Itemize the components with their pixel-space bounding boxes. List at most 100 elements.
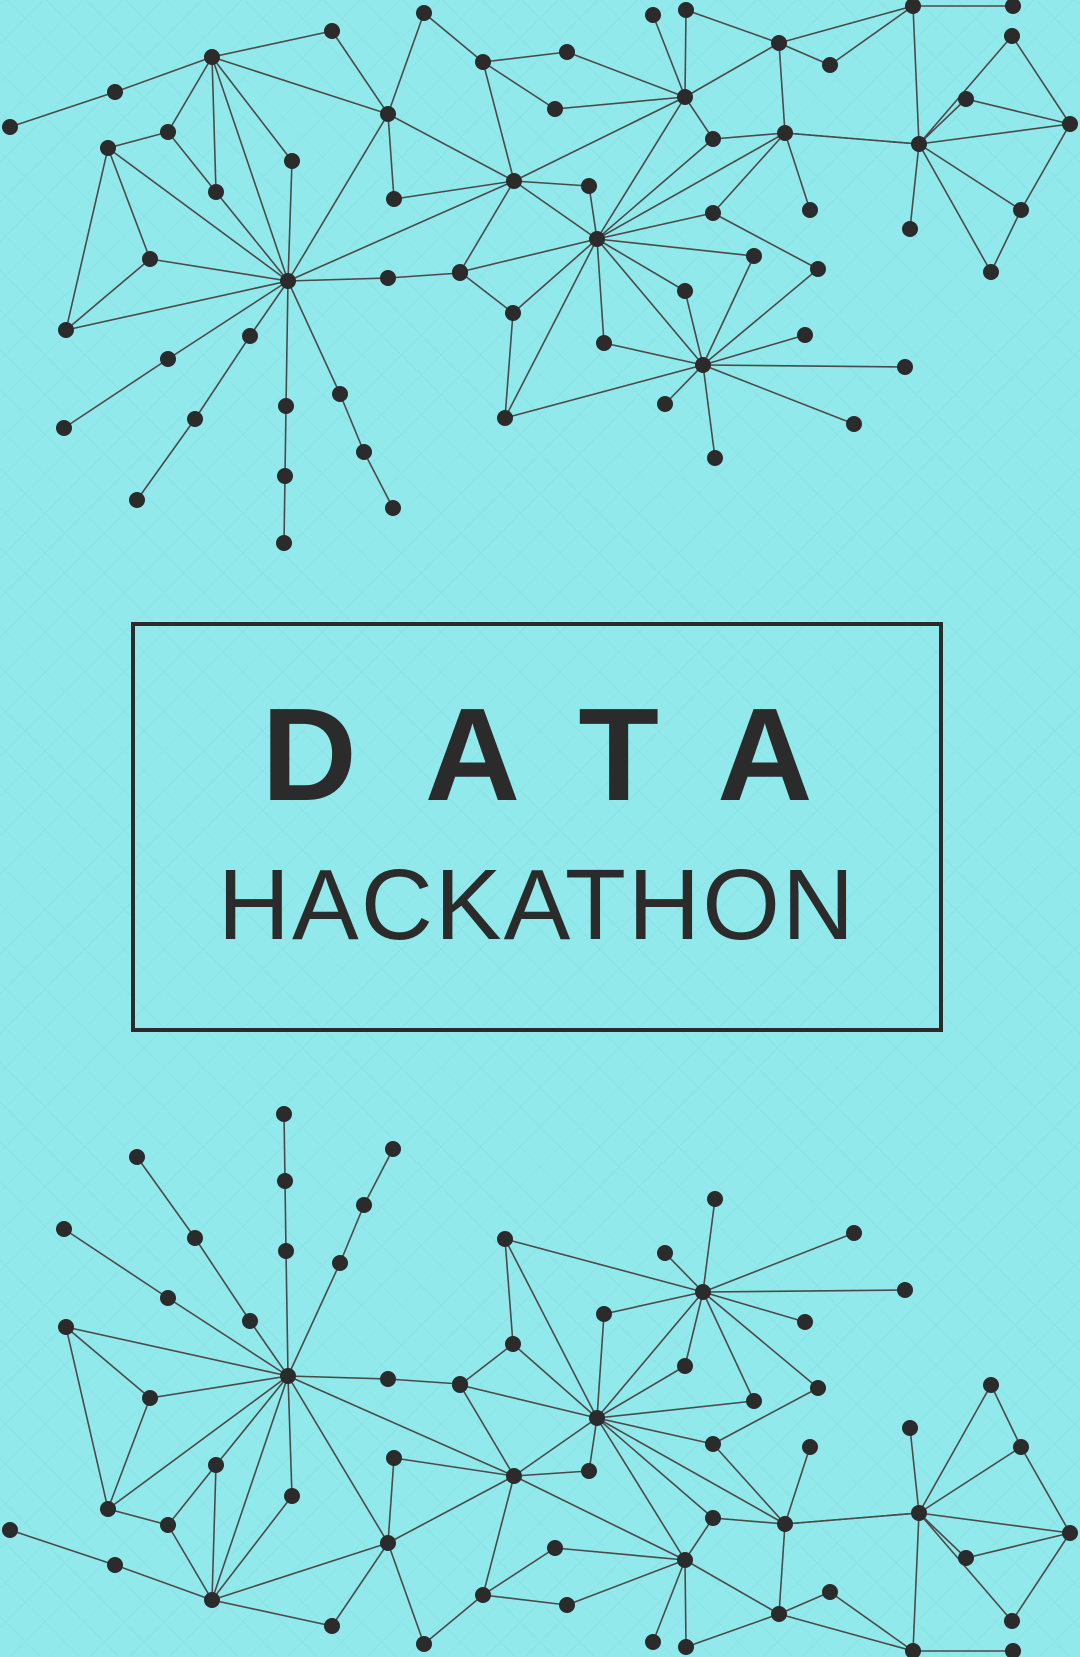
network-edge	[211, 1375, 289, 1601]
network-edge	[387, 113, 515, 182]
network-edge	[596, 1417, 786, 1525]
network-node	[589, 231, 605, 247]
network-node	[547, 101, 563, 117]
network-node	[505, 1336, 521, 1352]
network-node	[695, 357, 711, 373]
network-node	[596, 335, 612, 351]
network-edge	[596, 212, 714, 240]
network-node	[284, 153, 300, 169]
network-edge	[918, 1446, 1022, 1514]
network-edge	[918, 1512, 1013, 1622]
network-node	[160, 1517, 176, 1533]
network-node	[452, 264, 468, 280]
network-edge	[107, 1508, 169, 1526]
network-edge	[287, 1375, 389, 1380]
network-edge	[778, 42, 786, 134]
network-node	[242, 1313, 258, 1329]
network-node	[645, 7, 661, 23]
network-edge	[778, 1613, 914, 1652]
network-edge	[702, 364, 906, 368]
network-edge	[596, 1417, 714, 1445]
network-edge	[784, 1446, 811, 1525]
network-node	[129, 492, 145, 508]
network-node	[777, 125, 793, 141]
network-edge	[287, 1375, 389, 1544]
network-edge	[778, 42, 831, 66]
network-graph-top	[0, 0, 1080, 560]
network-edge	[504, 1238, 598, 1419]
network-edge	[284, 1180, 287, 1252]
network-edge	[283, 1113, 286, 1182]
network-edge	[596, 138, 714, 240]
network-edge	[909, 143, 920, 230]
network-node	[280, 273, 296, 289]
network-node	[107, 1557, 123, 1573]
network-node	[677, 89, 693, 105]
network-edge	[912, 5, 920, 145]
network-node	[380, 1535, 396, 1551]
network-node	[1062, 1525, 1078, 1541]
network-edge	[387, 1542, 425, 1645]
poster: { "poster": { "title": "DATA", "subtitle…	[0, 0, 1080, 1657]
network-edge	[423, 1594, 484, 1645]
network-node	[208, 184, 224, 200]
network-edge	[149, 1375, 289, 1399]
network-node	[380, 270, 396, 286]
network-node	[380, 1371, 396, 1387]
network-node	[958, 1550, 974, 1566]
network-node	[385, 1141, 401, 1157]
network-edge	[211, 1495, 293, 1601]
network-edge	[393, 1457, 515, 1477]
network-edge	[167, 280, 289, 360]
network-edge	[504, 1238, 514, 1345]
network-node	[705, 131, 721, 147]
network-edge	[918, 98, 967, 145]
network-edge	[459, 238, 598, 273]
network-edge	[63, 358, 169, 429]
network-node	[1005, 1643, 1021, 1657]
network-edge	[513, 1470, 590, 1477]
network-edge	[387, 1475, 515, 1544]
network-node	[452, 1377, 468, 1393]
network-edge	[784, 132, 811, 211]
network-node	[100, 140, 116, 156]
network-node	[705, 1436, 721, 1452]
network-node	[204, 49, 220, 65]
network-edge	[363, 451, 394, 509]
network-node	[142, 251, 158, 267]
network-edge	[684, 42, 780, 98]
network-graph-bottom-svg	[2, 1106, 1078, 1657]
network-node	[187, 411, 203, 427]
network-edge	[712, 1517, 786, 1525]
network-node	[746, 1393, 762, 1409]
poster-title: DATA	[261, 681, 881, 828]
network-node	[559, 44, 575, 60]
network-node	[356, 1197, 372, 1213]
network-edge	[63, 1228, 169, 1299]
network-node	[1005, 0, 1021, 14]
network-edge	[588, 185, 598, 240]
network-node	[380, 106, 396, 122]
network-edge	[287, 1375, 293, 1497]
network-node	[657, 396, 673, 412]
network-edge	[684, 9, 687, 98]
network-edge	[331, 30, 389, 115]
network-edge	[778, 5, 914, 44]
network-edge	[387, 113, 395, 200]
network-edge	[684, 1559, 687, 1648]
network-node	[707, 450, 723, 466]
network-node	[911, 136, 927, 152]
network-edge	[702, 364, 716, 459]
network-edge	[909, 1427, 920, 1514]
network-node	[284, 1488, 300, 1504]
network-node	[547, 1540, 563, 1556]
network-edge	[504, 1238, 704, 1293]
network-edge	[459, 180, 515, 273]
network-edge	[136, 1156, 196, 1239]
network-edge	[423, 12, 484, 63]
network-edge	[504, 364, 704, 419]
network-edge	[712, 212, 819, 270]
network-edge	[918, 1384, 992, 1514]
network-node	[242, 328, 258, 344]
network-edge	[712, 1387, 819, 1445]
